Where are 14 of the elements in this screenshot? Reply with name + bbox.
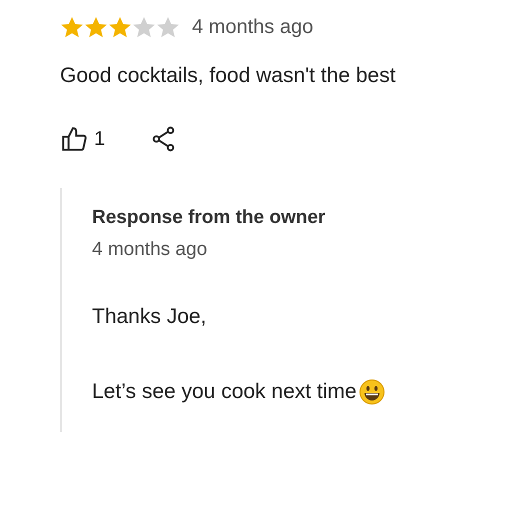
response-text: Thanks Joe, bbox=[92, 304, 206, 330]
star-icon bbox=[108, 16, 132, 38]
star-icon bbox=[60, 16, 84, 38]
review-time: 4 months ago bbox=[192, 15, 314, 40]
thumbs-up-icon bbox=[60, 126, 88, 152]
like-button[interactable]: 1 bbox=[60, 124, 106, 154]
response-text: Let’s see you cook next time bbox=[92, 379, 357, 405]
star-icon bbox=[132, 16, 156, 38]
smiley-icon bbox=[358, 378, 385, 405]
review-text: Good cocktails, food wasn't the best bbox=[60, 63, 397, 89]
star-icon bbox=[84, 16, 108, 38]
response-title: Response from the owner bbox=[92, 206, 326, 230]
star-icon bbox=[156, 16, 180, 38]
response-time: 4 months ago bbox=[92, 238, 208, 262]
